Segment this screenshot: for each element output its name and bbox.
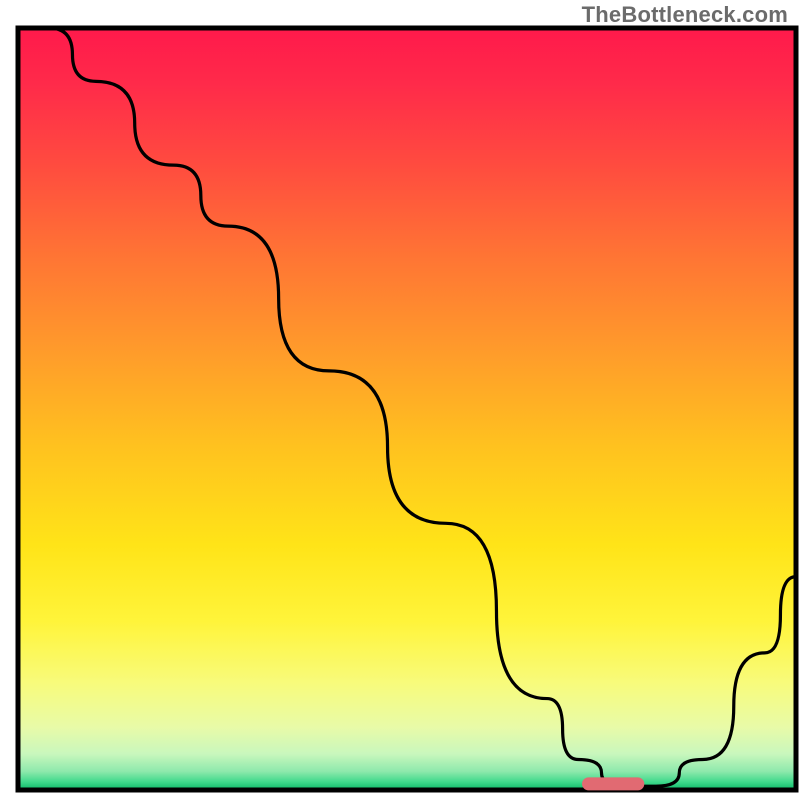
bottleneck-chart: TheBottleneck.com: [0, 0, 800, 800]
optimal-range-marker: [582, 777, 644, 790]
chart-svg: [0, 0, 800, 800]
